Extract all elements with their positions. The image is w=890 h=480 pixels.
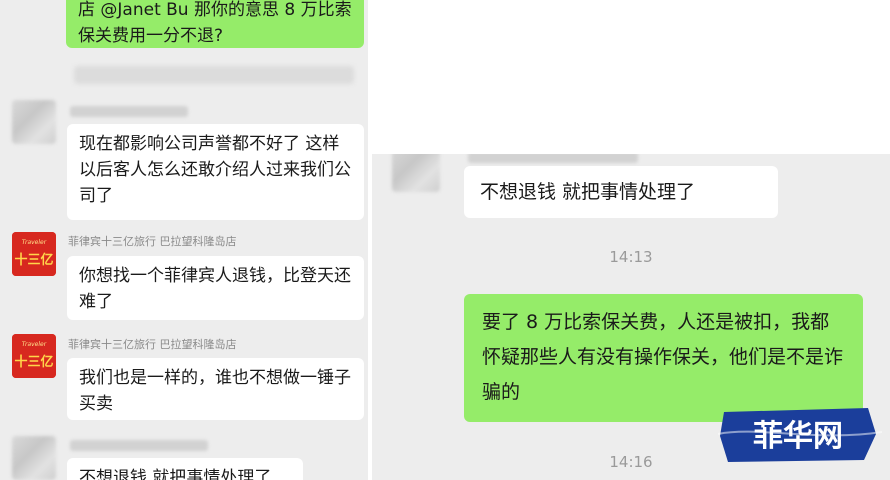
outgoing-message[interactable]: 要了 8 万比索保关费，人还是被扣，我都怀疑那些人有没有操作保关，他们是不是诈骗…	[464, 294, 863, 422]
sender-name: 菲律宾十三亿旅行 巴拉望科隆岛店	[68, 338, 237, 351]
message-text: 你想找一个菲律宾人退钱，比登天还难了	[79, 266, 351, 312]
message-text: 要了 8 万比索保关费，人还是被扣，我都怀疑那些人有没有操作保关，他们是不是诈骗…	[482, 311, 844, 403]
left-chat-screenshot: 店 @Janet Bu 那你的意思 8 万比索保关费用一分不退? 现在都影响公司…	[0, 0, 368, 480]
incoming-message[interactable]: 现在都影响公司声誉都不好了 这样以后客人怎么还敢介绍人过来我们公司了	[67, 124, 364, 220]
timestamp: 14:13	[609, 248, 653, 266]
message-text: 我们也是一样的，谁也不想做一锤子买卖	[79, 368, 351, 414]
watermark-text: 菲华网	[753, 419, 843, 454]
blurred-sender-name	[70, 440, 208, 451]
svg-text:Traveler: Traveler	[22, 341, 47, 348]
message-text: 店 @Janet Bu 那你的意思 8 万比索保关费用一分不退?	[78, 0, 352, 46]
blurred-avatar	[392, 154, 440, 192]
top-outgoing-message[interactable]: 店 @Janet Bu 那你的意思 8 万比索保关费用一分不退?	[66, 0, 364, 48]
site-watermark-logo: 菲华网	[718, 404, 882, 466]
message-text: 不想退钱 就把事情处理了	[480, 181, 696, 203]
logo-icon: Traveler 十三亿	[12, 334, 56, 378]
incoming-message[interactable]: 不想退钱 就把事情处理了	[67, 458, 303, 480]
logo-icon: Traveler 十三亿	[12, 232, 56, 276]
svg-text:Traveler: Traveler	[22, 239, 47, 246]
blurred-sender-name	[70, 106, 188, 117]
sender-name: 菲律宾十三亿旅行 巴拉望科隆岛店	[68, 235, 237, 248]
incoming-message[interactable]: 我们也是一样的，谁也不想做一锤子买卖	[67, 358, 364, 420]
message-text: 现在都影响公司声誉都不好了 这样以后客人怎么还敢介绍人过来我们公司了	[79, 134, 351, 206]
incoming-message[interactable]: 你想找一个菲律宾人退钱，比登天还难了	[67, 256, 364, 320]
logo-text: 十三亿	[14, 354, 53, 370]
blurred-avatar	[12, 100, 56, 144]
travel-agency-logo-avatar: Traveler 十三亿	[12, 334, 56, 378]
message-text: 不想退钱 就把事情处理了	[79, 468, 272, 480]
blurred-sender-name	[468, 154, 638, 163]
incoming-message[interactable]: 不想退钱 就把事情处理了	[464, 166, 778, 218]
logo-text: 十三亿	[14, 252, 53, 268]
blurred-system-notice	[74, 66, 354, 84]
blurred-avatar	[12, 436, 56, 480]
travel-agency-logo-avatar: Traveler 十三亿	[12, 232, 56, 276]
